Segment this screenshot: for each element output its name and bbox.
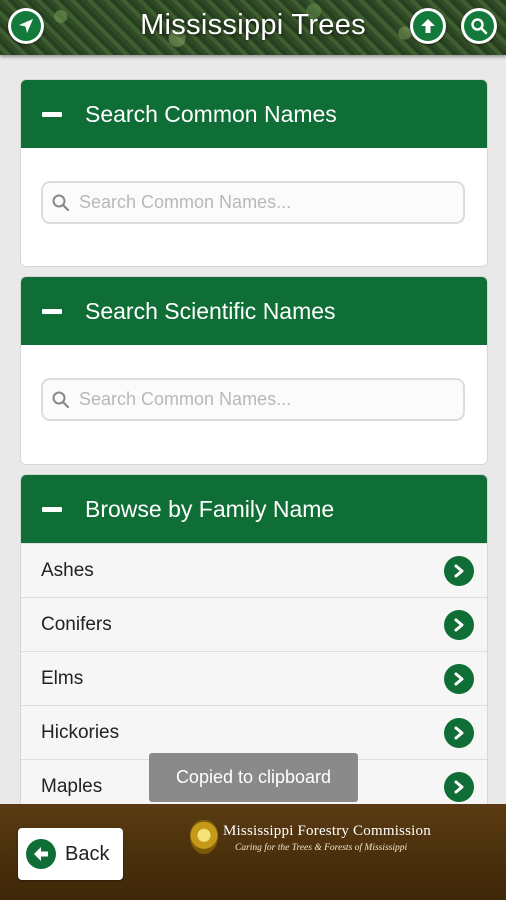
back-button[interactable]: Back [18,828,123,880]
collapse-icon [42,308,62,314]
common-names-header[interactable]: Search Common Names [21,80,487,148]
list-item-label: Elms [41,667,84,689]
family-item-hickories[interactable]: Hickories [21,705,487,759]
chevron-right-icon [444,555,474,586]
search-icon [52,391,70,408]
scientific-names-header[interactable]: Search Scientific Names [21,277,487,345]
family-names-header[interactable]: Browse by Family Name [21,475,487,543]
common-names-search-input[interactable] [79,192,463,213]
list-item-label: Hickories [41,721,120,743]
footer-bar: Back Mississippi Forestry Commission Car… [0,804,506,900]
common-names-panel: Search Common Names [20,79,488,267]
forestry-commission-logo: Mississippi Forestry Commission Caring f… [190,820,431,860]
search-icon [52,194,70,211]
seal-icon [190,820,218,854]
section-title: Search Scientific Names [85,297,336,324]
toast-message: Copied to clipboard [149,753,358,802]
collapse-icon [42,111,62,117]
family-item-elms[interactable]: Elms [21,651,487,705]
family-item-conifers[interactable]: Conifers [21,597,487,651]
chevron-right-icon [444,717,474,748]
org-name: Mississippi Forestry Commission [223,823,431,839]
search-button[interactable] [461,8,497,44]
org-tagline: Caring for the Trees & Forests of Missis… [235,843,408,853]
app-header: Mississippi Trees [0,0,506,55]
family-item-ashes[interactable]: Ashes [21,543,487,597]
scroll-top-button[interactable] [410,8,446,44]
scientific-names-search-input[interactable] [79,389,463,410]
chevron-right-icon [444,771,474,802]
collapse-icon [42,506,62,512]
up-arrow-icon [413,11,443,41]
back-arrow-icon [26,839,56,869]
list-item-label: Conifers [41,613,112,635]
common-names-search-box [41,181,465,224]
section-title: Search Common Names [85,100,337,127]
section-title: Browse by Family Name [85,495,335,522]
scientific-names-panel: Search Scientific Names [20,276,488,465]
list-item-label: Ashes [41,559,94,581]
chevron-right-icon [444,609,474,640]
back-label: Back [65,842,110,865]
search-icon [464,11,494,41]
scientific-names-search-box [41,378,465,421]
list-item-label: Maples [41,775,103,797]
chevron-right-icon [444,663,474,694]
